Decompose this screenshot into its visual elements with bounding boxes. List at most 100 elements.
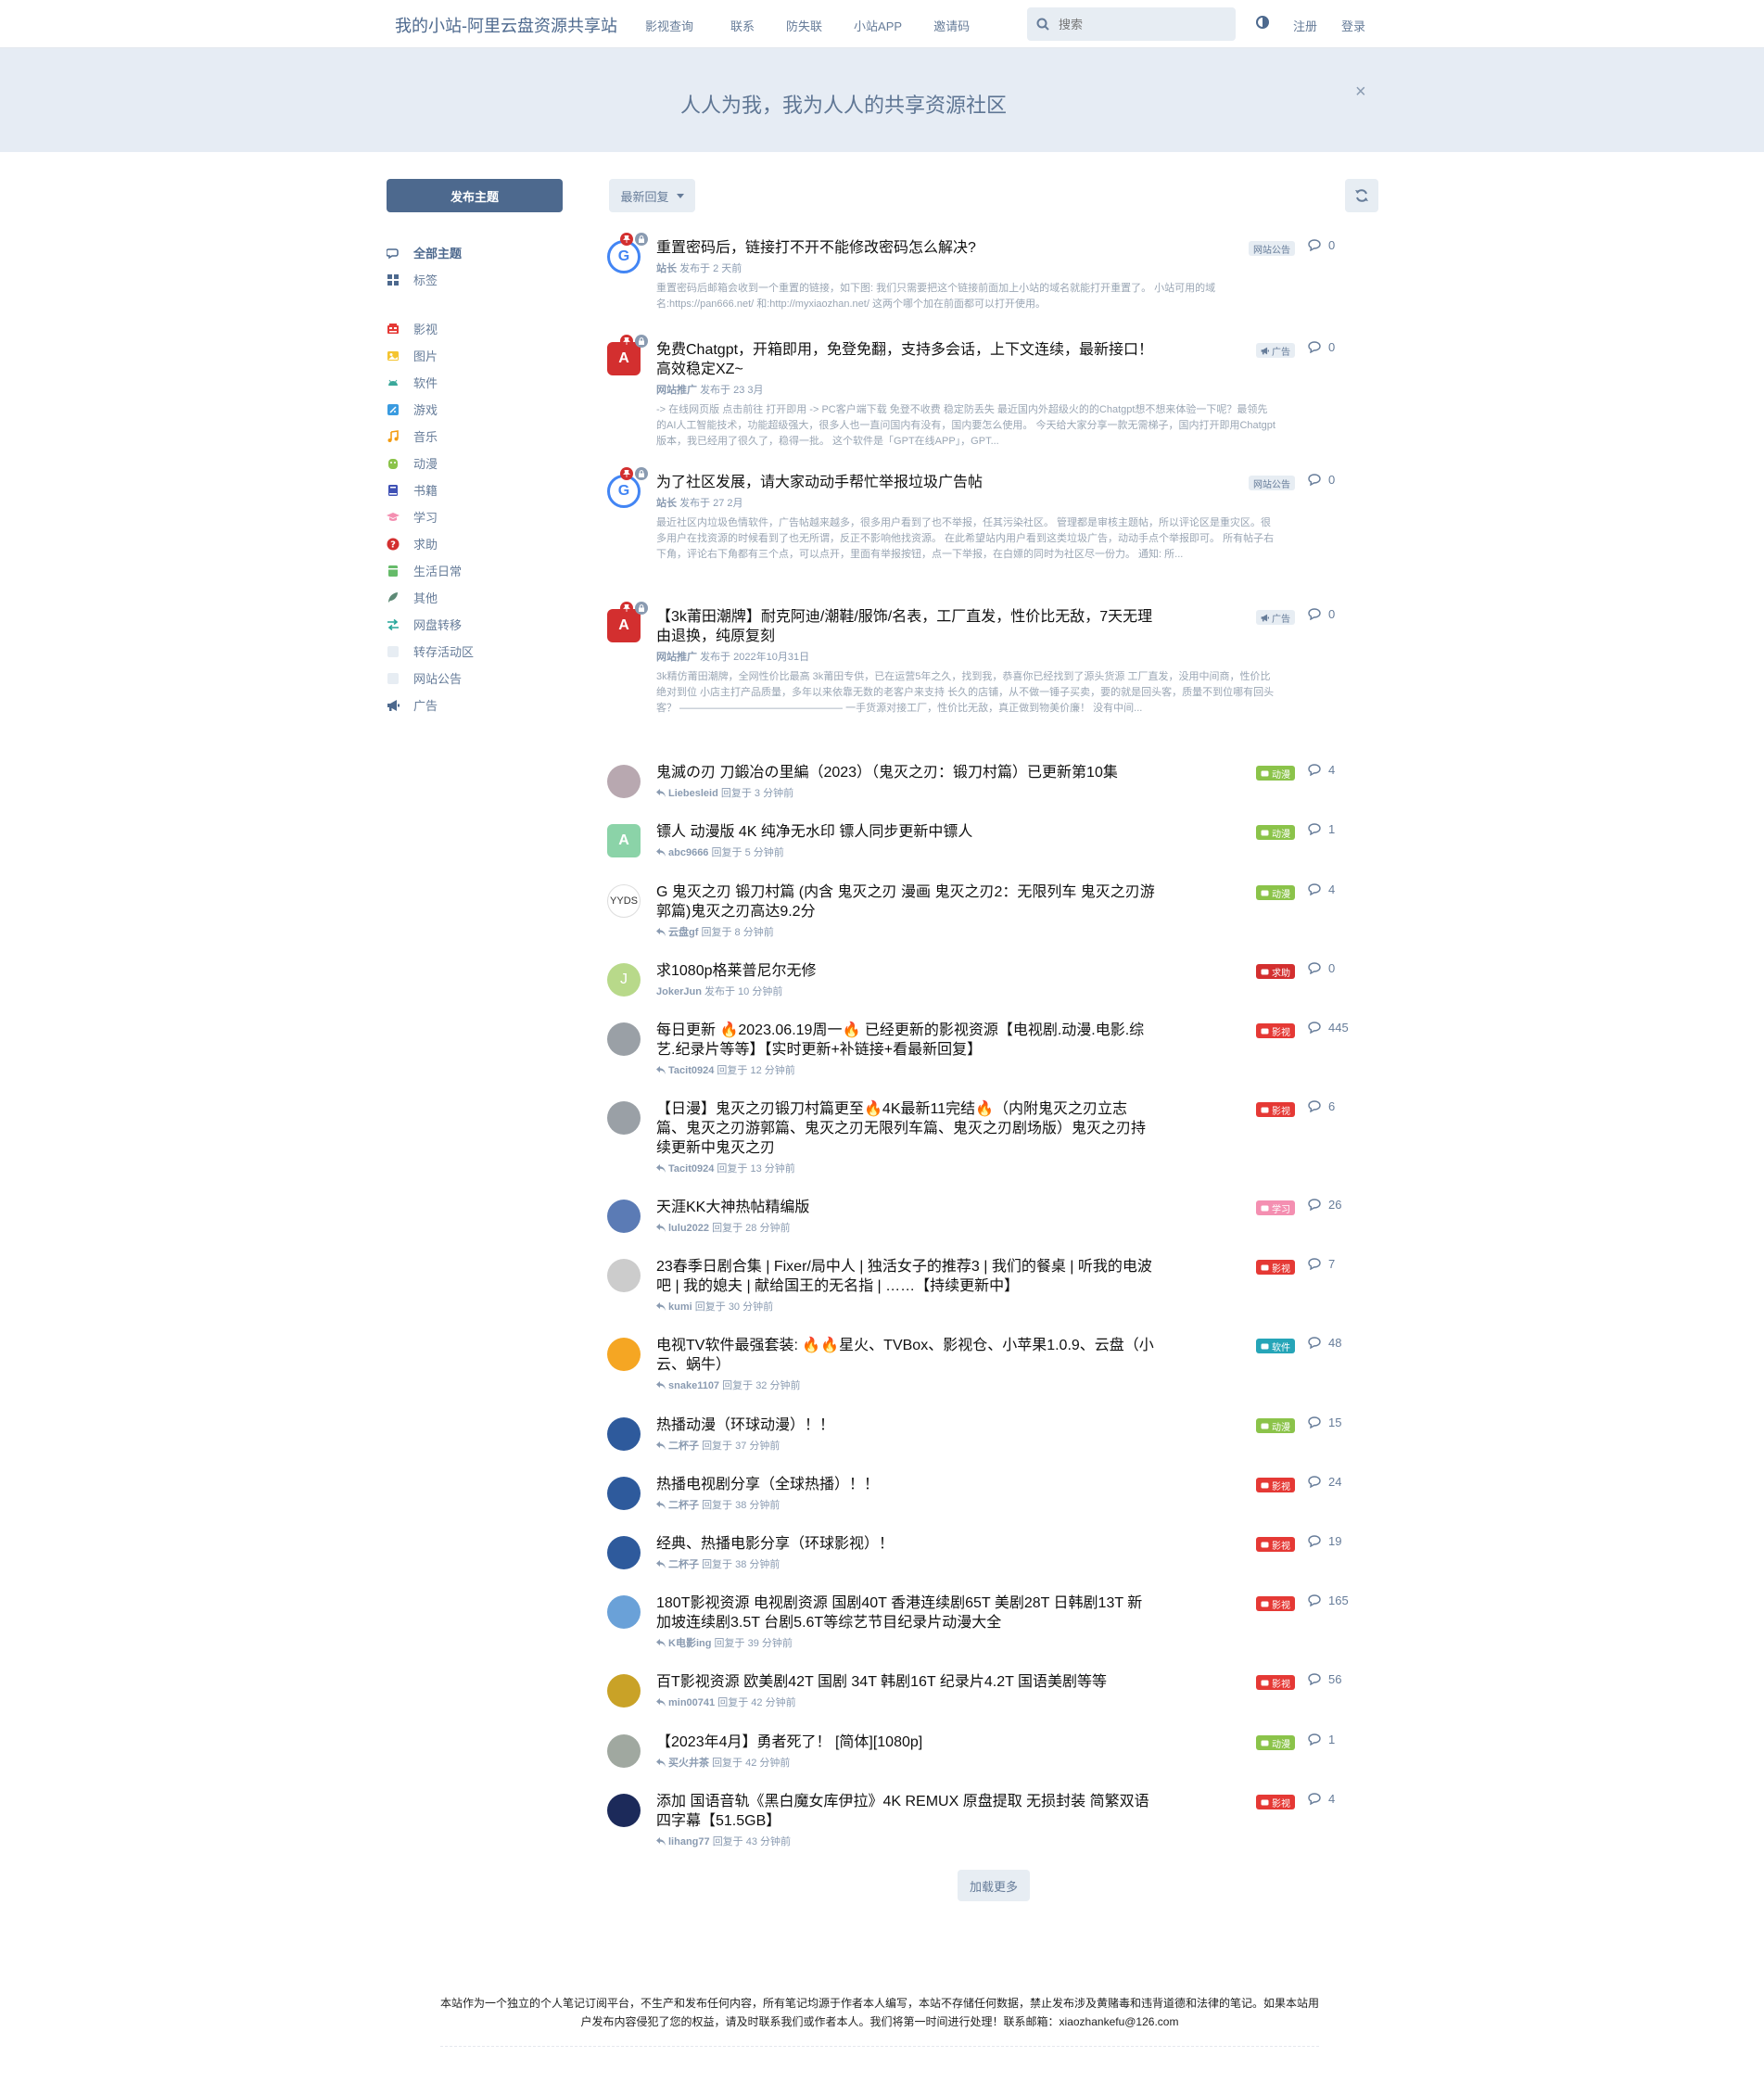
- discussion-title[interactable]: 求1080p格莱普尼尔无修: [656, 961, 1157, 981]
- tag-badge[interactable]: 动漫: [1256, 1735, 1295, 1750]
- tag-badge[interactable]: 网站公告: [1249, 476, 1295, 490]
- search-box[interactable]: [1027, 7, 1236, 41]
- discussion-title[interactable]: 为了社区发展，请大家动动手帮忙举报垃圾广告帖: [656, 473, 1157, 492]
- avatar[interactable]: [607, 1259, 641, 1292]
- discussion-title[interactable]: 【日漫】鬼灭之刃锻刀村篇更至🔥4K最新11完结🔥（内附鬼灭之刃立志篇、鬼灭之刃游…: [656, 1099, 1157, 1158]
- reply-count[interactable]: 19: [1308, 1534, 1341, 1548]
- reply-count[interactable]: 7: [1308, 1257, 1335, 1271]
- author-name[interactable]: 二杯子: [668, 1559, 699, 1570]
- nav-anti-lost[interactable]: 防失联: [786, 17, 822, 34]
- sidebar-item[interactable]: 网盘转移: [386, 616, 462, 633]
- discussion-title[interactable]: 180T影视资源 电视剧资源 国剧40T 香港连续剧65T 美剧28T 日韩剧1…: [656, 1593, 1157, 1632]
- discussion-title[interactable]: 热播动漫（环球动漫）！！: [656, 1416, 1157, 1435]
- discussion-title[interactable]: 镖人 动漫版 4K 纯净无水印 镖人同步更新中镖人: [656, 822, 1157, 842]
- post-topic-button[interactable]: 发布主题: [387, 179, 563, 212]
- tag-badge[interactable]: 动漫: [1256, 885, 1295, 900]
- author-name[interactable]: K电影ing: [668, 1638, 711, 1649]
- avatar[interactable]: [607, 765, 641, 798]
- author-name[interactable]: 站长: [656, 263, 677, 274]
- close-icon[interactable]: ×: [1355, 82, 1366, 103]
- sidebar-item[interactable]: 广告: [386, 696, 438, 714]
- avatar[interactable]: [607, 1794, 641, 1827]
- tag-badge[interactable]: 影视: [1256, 1023, 1295, 1038]
- sidebar-item[interactable]: 全部主题: [386, 244, 462, 261]
- sidebar-item[interactable]: 标签: [386, 271, 438, 288]
- reply-count[interactable]: 0: [1308, 473, 1335, 487]
- site-title[interactable]: 我的小站-阿里云盘资源共享站: [395, 13, 617, 37]
- discussion-title[interactable]: 每日更新 🔥2023.06.19周一🔥 已经更新的影视资源【电视剧.动漫.电影.…: [656, 1021, 1157, 1060]
- avatar[interactable]: [607, 1595, 641, 1629]
- reply-count[interactable]: 6: [1308, 1099, 1335, 1113]
- avatar[interactable]: [607, 1674, 641, 1708]
- tag-badge[interactable]: 动漫: [1256, 825, 1295, 840]
- search-input[interactable]: [1059, 17, 1207, 32]
- tag-badge[interactable]: 影视: [1256, 1675, 1295, 1690]
- avatar[interactable]: [607, 1022, 641, 1056]
- author-name[interactable]: Tacit0924: [668, 1163, 714, 1174]
- discussion-title[interactable]: 23春季日剧合集 | Fixer/局中人 | 独活女子的推荐3 | 我们的餐桌 …: [656, 1257, 1157, 1296]
- tag-badge[interactable]: 软件: [1256, 1339, 1295, 1353]
- discussion-title[interactable]: 天涯KK大神热帖精编版: [656, 1198, 1157, 1217]
- reply-count[interactable]: 4: [1308, 763, 1335, 777]
- reply-count[interactable]: 4: [1308, 882, 1335, 896]
- sidebar-item[interactable]: 游戏: [386, 400, 438, 418]
- discussion-title[interactable]: 【3k莆田潮牌】耐克阿迪/潮鞋/服饰/名表，工厂直发，性价比无敌，7天无理由退换…: [656, 607, 1157, 646]
- author-name[interactable]: abc9666: [668, 847, 708, 858]
- reply-count[interactable]: 445: [1308, 1021, 1349, 1035]
- discussion-title[interactable]: 热播电视剧分享（全球热播）！！: [656, 1475, 1157, 1494]
- author-name[interactable]: 买火井茶: [668, 1758, 709, 1769]
- author-name[interactable]: 二杯子: [668, 1500, 699, 1511]
- avatar[interactable]: [607, 1101, 641, 1135]
- avatar[interactable]: J: [607, 963, 641, 997]
- discussion-title[interactable]: 鬼滅の刃 刀鍛冶の里編（2023）（鬼灭之刃：锻刀村篇）已更新第10集: [656, 763, 1157, 782]
- sidebar-item[interactable]: 影视: [386, 320, 438, 337]
- reply-count[interactable]: 4: [1308, 1792, 1335, 1806]
- tag-badge[interactable]: 影视: [1256, 1596, 1295, 1611]
- author-name[interactable]: kumi: [668, 1301, 692, 1313]
- tag-badge[interactable]: 广告: [1256, 343, 1295, 358]
- refresh-button[interactable]: [1345, 179, 1378, 212]
- author-name[interactable]: Tacit0924: [668, 1065, 714, 1076]
- author-name[interactable]: JokerJun: [656, 986, 702, 997]
- tag-badge[interactable]: 影视: [1256, 1795, 1295, 1809]
- tag-badge[interactable]: 影视: [1256, 1537, 1295, 1552]
- author-name[interactable]: 站长: [656, 498, 677, 509]
- tag-badge[interactable]: 学习: [1256, 1200, 1295, 1215]
- sidebar-item[interactable]: 其他: [386, 589, 438, 606]
- sidebar-item[interactable]: 动漫: [386, 454, 438, 472]
- sidebar-item[interactable]: 生活日常: [386, 562, 462, 579]
- nav-invite-code[interactable]: 邀请码: [933, 17, 970, 34]
- avatar[interactable]: [607, 1338, 641, 1371]
- avatar[interactable]: [607, 1477, 641, 1510]
- reply-count[interactable]: 1: [1308, 1733, 1335, 1746]
- load-more-button[interactable]: 加载更多: [958, 1870, 1030, 1901]
- tag-badge[interactable]: 求助: [1256, 964, 1295, 979]
- discussion-title[interactable]: G 鬼灭之刃 锻刀村篇 (内含 鬼灭之刃 漫画 鬼灭之刃2：无限列车 鬼灭之刃游…: [656, 882, 1157, 921]
- avatar[interactable]: [607, 1536, 641, 1569]
- avatar[interactable]: [607, 1417, 641, 1451]
- sidebar-item[interactable]: 网站公告: [386, 669, 462, 687]
- author-name[interactable]: lihang77: [668, 1836, 710, 1847]
- discussion-title[interactable]: 经典、热播电影分享（环球影视）！: [656, 1534, 1157, 1554]
- avatar[interactable]: [607, 1734, 641, 1768]
- sidebar-item[interactable]: 音乐: [386, 427, 438, 445]
- avatar[interactable]: A: [607, 824, 641, 857]
- reply-count[interactable]: 15: [1308, 1416, 1341, 1429]
- tag-badge[interactable]: 网站公告: [1249, 241, 1295, 256]
- reply-count[interactable]: 48: [1308, 1336, 1341, 1350]
- register-link[interactable]: 注册: [1293, 17, 1317, 34]
- tag-badge[interactable]: 动漫: [1256, 766, 1295, 781]
- author-name[interactable]: 网站推广: [656, 385, 697, 396]
- sidebar-item[interactable]: 软件: [386, 374, 438, 391]
- reply-count[interactable]: 165: [1308, 1593, 1349, 1607]
- reply-count[interactable]: 56: [1308, 1672, 1341, 1686]
- discussion-title[interactable]: 百T影视资源 欧美剧42T 国剧 34T 韩剧16T 纪录片4.2T 国语美剧等…: [656, 1672, 1157, 1692]
- login-link[interactable]: 登录: [1341, 17, 1365, 34]
- sidebar-item[interactable]: 书籍: [386, 481, 438, 499]
- nav-app[interactable]: 小站APP: [854, 17, 902, 34]
- reply-count[interactable]: 0: [1308, 607, 1335, 621]
- tag-badge[interactable]: 动漫: [1256, 1418, 1295, 1433]
- reply-count[interactable]: 26: [1308, 1198, 1341, 1212]
- sidebar-item[interactable]: 学习: [386, 508, 438, 526]
- sort-dropdown[interactable]: 最新回复: [609, 179, 695, 212]
